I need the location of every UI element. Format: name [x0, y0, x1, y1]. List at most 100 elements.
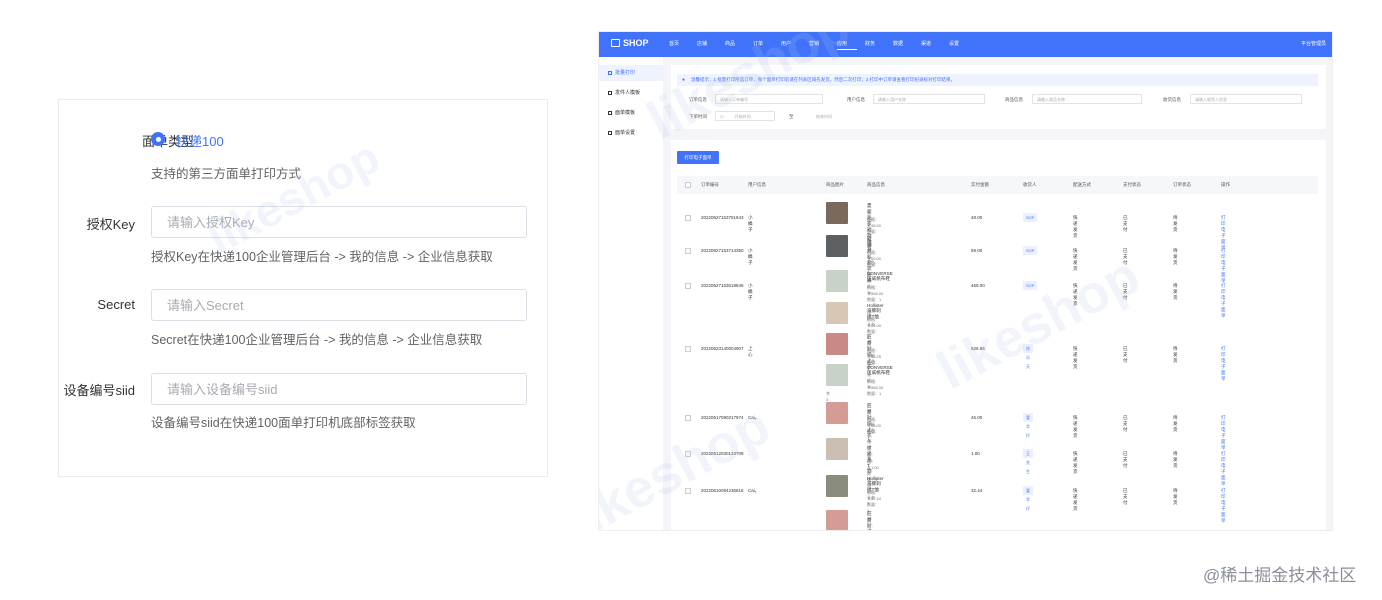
filter-time-label: 下单时间: [689, 114, 707, 119]
pay-status: 已支付: [1123, 487, 1128, 505]
paid-amount: 48.00: [971, 214, 983, 220]
order-status: 待发货: [1173, 450, 1178, 468]
consignee-tag: SOP: [1023, 212, 1038, 222]
sidebar-item[interactable]: 发件人模板: [599, 85, 663, 101]
print-sheet-button[interactable]: 打印电子面单: [677, 151, 719, 164]
product-image: [826, 202, 848, 224]
product-image: [826, 235, 848, 257]
shipping-method: 快递发货: [1073, 214, 1078, 238]
filter-user-input[interactable]: 请输入用户名称: [873, 94, 985, 104]
print-sheet-link[interactable]: 打印电子面单: [1221, 415, 1226, 451]
nav-item[interactable]: 用户: [781, 40, 801, 50]
start-date-placeholder: 开始时间: [734, 114, 751, 119]
nav-item[interactable]: 营销: [809, 40, 829, 50]
menu-icon: [608, 71, 612, 75]
column-header: 商品信息: [867, 182, 885, 187]
column-header: 支付状态: [1123, 182, 1141, 187]
column-header: 订单编号: [701, 182, 719, 187]
shipping-method: 快递发货: [1073, 247, 1078, 271]
print-sheet-link[interactable]: 打印电子面单: [1221, 488, 1226, 524]
pay-status: 已支付: [1123, 345, 1128, 363]
credit-text: @稀土掘金技术社区: [1203, 566, 1357, 585]
order-sn: 20220617090217974: [701, 414, 744, 420]
shop-icon: [611, 39, 620, 47]
sidebar-item[interactable]: 面单设置: [599, 125, 663, 141]
orders-card: 打印电子面单 订单编号 用户信息 商品图片 商品信息 实付金额 收货人 配送方式 支付状态 订单…: [671, 140, 1326, 530]
consignee-tag: SOP: [1023, 245, 1038, 255]
admin-screenshot: SHOP 首页 店铺 商品 订单 用户 营销 应用 财务 数据 渠道 设置 平台管理员 批量打印发件…: [598, 31, 1333, 531]
nav-item[interactable]: 设置: [949, 40, 969, 50]
row-checkbox[interactable]: [685, 450, 691, 457]
secret-input[interactable]: [151, 289, 527, 321]
nav-item[interactable]: 数据: [893, 40, 913, 50]
filter-goods-input[interactable]: 请输入商品名称: [1032, 94, 1142, 104]
express-config-form: 面单类型 快递100 支持的第三方面单打印方式 授权Key 授权Key在快递10…: [58, 99, 548, 477]
notice-banner: 温馨提示：1.批量打印所选订单，每个面单打印前请在列表区域先发货，然后二次打印；…: [677, 74, 1318, 86]
auth-key-input[interactable]: [151, 206, 527, 238]
order-status: 待发货: [1173, 487, 1178, 505]
menu-icon: [608, 111, 612, 115]
print-sheet-link[interactable]: 打印电子面单: [1221, 215, 1226, 251]
column-header: 收货人: [1023, 182, 1037, 187]
nav-item[interactable]: 订单: [753, 40, 773, 50]
brand-name: SHOP: [623, 38, 649, 48]
radio-kuaidi100-label[interactable]: 快递100: [176, 131, 224, 150]
row-checkbox[interactable]: [685, 487, 691, 494]
filter-card: 温馨提示：1.批量打印所选订单，每个面单打印前请在列表区域先发货，然后二次打印；…: [671, 65, 1326, 129]
order-sn: 20220610094236816: [701, 487, 744, 493]
row-checkbox[interactable]: [685, 247, 691, 254]
admin-user[interactable]: 平台管理员: [1301, 40, 1326, 47]
filter-goods-label: 商品信息: [1005, 97, 1023, 102]
paid-amount: 46.00: [971, 414, 983, 420]
order-status: 待发货: [1173, 214, 1178, 232]
siid-input[interactable]: [151, 373, 527, 405]
pay-status: 已支付: [1123, 214, 1128, 232]
shipping-method: 快递发货: [1073, 282, 1078, 306]
nav-item[interactable]: 渠道: [921, 40, 941, 50]
label-sheet-type: 面单类型: [141, 134, 194, 149]
row-checkbox[interactable]: [685, 414, 691, 421]
user-name: 小橘子: [748, 282, 753, 300]
brand-logo[interactable]: SHOP: [611, 38, 649, 48]
print-sheet-link[interactable]: 打印电子面单: [1221, 346, 1226, 382]
table-header: 订单编号 用户信息 商品图片 商品信息 实付金额 收货人 配送方式 支付状态 订单状态 操作: [677, 176, 1318, 194]
column-header: 操作: [1221, 182, 1230, 187]
column-header: 商品图片: [826, 182, 844, 187]
filter-consignee-input[interactable]: 请输入收货人信息: [1190, 94, 1302, 104]
row-checkbox[interactable]: [685, 282, 691, 289]
nav-item[interactable]: 首页: [669, 40, 689, 50]
sidebar-item[interactable]: 批量打印: [599, 65, 663, 81]
radio-kuaidi100[interactable]: [151, 132, 165, 146]
menu-icon: [608, 131, 612, 135]
sidebar-item[interactable]: 面单模板: [599, 105, 663, 121]
product-image: [826, 475, 848, 497]
user-name: .: [748, 450, 750, 456]
product-image: [826, 438, 848, 460]
filter-end-input[interactable]: 结束时间: [803, 111, 863, 121]
filter-order-input[interactable]: 请输入订单编号: [715, 94, 823, 104]
filter-user-label: 用户信息: [847, 97, 865, 102]
nav-item[interactable]: 店铺: [697, 40, 717, 50]
user-name: 上心: [748, 345, 753, 357]
nav-item[interactable]: 应用: [837, 40, 857, 50]
column-header: 实付金额: [971, 182, 989, 187]
print-sheet-link[interactable]: 打印电子面单: [1221, 451, 1226, 487]
hint-secret: Secret在快递100企业管理后台 -> 我的信息 -> 企业信息获取: [151, 333, 483, 347]
paid-amount: 1.00: [971, 450, 980, 456]
print-sheet-link[interactable]: 打印电子面单: [1221, 248, 1226, 284]
clock-icon: ◷: [720, 114, 724, 119]
product-image: [826, 402, 848, 424]
nav-item[interactable]: 财务: [865, 40, 885, 50]
user-name: 小橘子: [748, 214, 753, 232]
row-checkbox[interactable]: [685, 214, 691, 221]
select-all-checkbox[interactable]: [685, 182, 691, 188]
product-price: 价格：￥37.44 数量：1: [867, 490, 882, 513]
menu-icon: [608, 91, 612, 95]
sidebar: 批量打印发件人模板面单模板面单设置: [599, 57, 663, 530]
filter-start-input[interactable]: ◷ 开始时间: [715, 111, 775, 121]
row-checkbox[interactable]: [685, 345, 691, 352]
print-sheet-link[interactable]: 打印电子面单: [1221, 283, 1226, 319]
nav-item[interactable]: 商品: [725, 40, 745, 50]
consignee-tag: 徐乐天: [1023, 343, 1033, 369]
paid-amount: 469.00: [971, 282, 985, 288]
